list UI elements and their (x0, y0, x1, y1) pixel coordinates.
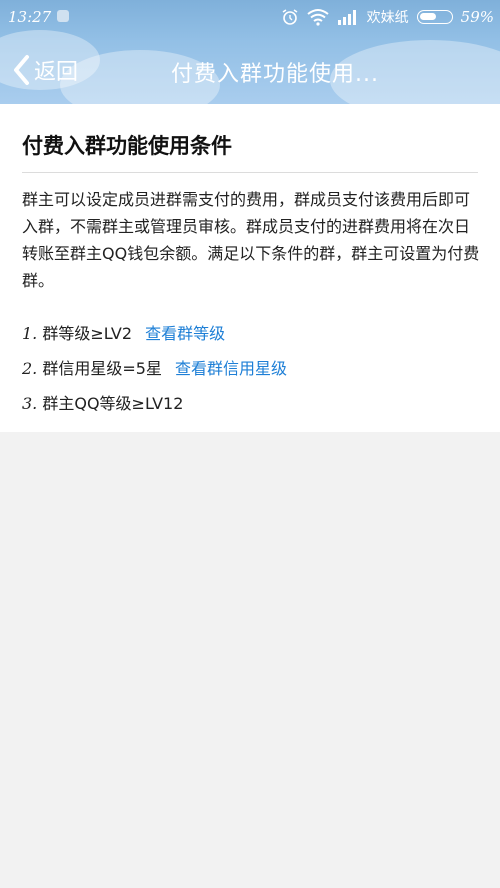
chevron-left-icon (14, 55, 29, 85)
description-text: 群主可以设定成员进群需支付的费用，群成员支付该费用后即可入群，不需群主或管理员审… (22, 190, 480, 290)
condition-text: 群信用星级=5星 (42, 359, 162, 378)
condition-number: 3. (22, 394, 38, 413)
battery-percent: 59% (460, 8, 494, 26)
condition-text: 群等级≥LV2 (42, 324, 133, 343)
condition-text: 群主QQ等级≥LV12 (42, 394, 184, 413)
carrier-name: 欢妹纸 (366, 10, 409, 26)
status-bar: 13:27 欢妹纸 59% (0, 0, 500, 34)
divider (22, 172, 478, 173)
view-group-level-link[interactable]: 查看群等级 (145, 324, 225, 343)
signal-icon (337, 10, 356, 25)
back-button[interactable]: 返回 (12, 50, 78, 90)
section-title: 付费入群功能使用条件 (22, 134, 232, 158)
condition-number: 2. (22, 359, 38, 378)
notification-icon (57, 10, 69, 22)
nav-bar: 返回 付费入群功能使用... (0, 38, 500, 102)
condition-item: 1. 群等级≥LV2 查看群等级 (22, 320, 225, 344)
status-time: 13:27 (8, 8, 52, 26)
header-background: 13:27 欢妹纸 59% 返回 付费入群功能使用... (0, 0, 500, 104)
content-card: 付费入群功能使用条件 群主可以设定成员进群需支付的费用，群成员支付该费用后即可入… (0, 104, 500, 432)
condition-item: 3. 群主QQ等级≥LV12 (22, 390, 183, 414)
condition-number: 1. (22, 324, 38, 343)
wifi-icon (307, 9, 329, 26)
battery-icon (416, 10, 453, 24)
view-credit-rating-link[interactable]: 查看群信用星级 (175, 359, 287, 378)
condition-item: 2. 群信用星级=5星 查看群信用星级 (22, 355, 287, 379)
alarm-icon (282, 9, 298, 25)
page-title: 付费入群功能使用... (171, 62, 379, 87)
back-label: 返回 (34, 60, 79, 85)
